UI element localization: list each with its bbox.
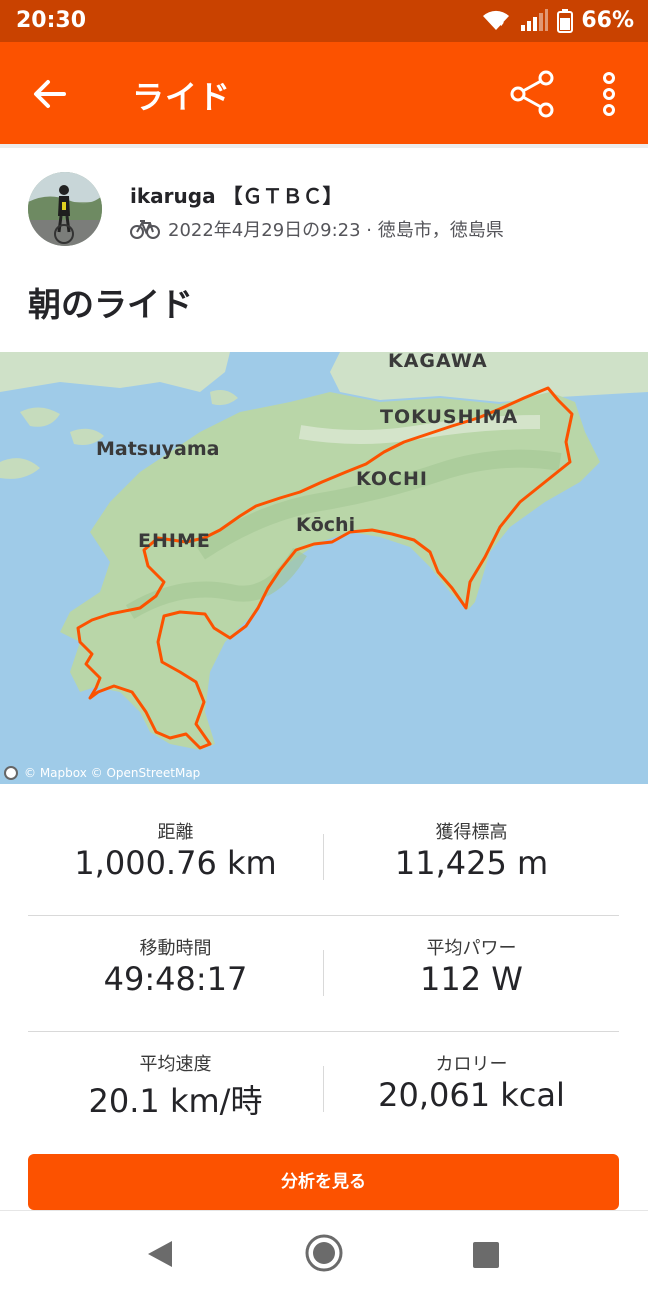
stat-label: 距離 xyxy=(157,822,194,843)
stat-value: 20.1 km/時 xyxy=(88,1082,263,1120)
map-label-kagawa: KAGAWA xyxy=(388,352,488,372)
stat-elevation-gain: 獲得標高 11,425 m xyxy=(324,800,619,916)
stat-row: 平均速度 20.1 km/時 カロリー 20,061 kcal xyxy=(28,1032,619,1148)
nav-recent-apps-button[interactable] xyxy=(472,1241,500,1273)
stat-calories: カロリー 20,061 kcal xyxy=(324,1032,619,1148)
stat-moving-time: 移動時間 49:48:17 xyxy=(28,916,323,1032)
stat-average-power: 平均パワー 112 W xyxy=(324,916,619,1032)
signal-icon xyxy=(521,8,549,31)
map-label-ehime: EHIME xyxy=(138,530,211,552)
header-divider xyxy=(0,144,648,148)
map-label-tokushima: TOKUSHIMA xyxy=(380,406,519,428)
page-title: ライド xyxy=(132,78,232,116)
stat-row: 移動時間 49:48:17 平均パワー 112 W xyxy=(28,916,619,1032)
nav-home-button[interactable] xyxy=(304,1233,344,1277)
stat-value: 11,425 m xyxy=(394,844,549,882)
stat-value: 49:48:17 xyxy=(103,960,248,998)
stat-value: 20,061 kcal xyxy=(378,1076,565,1114)
bicycle-icon xyxy=(130,220,160,239)
wifi-icon xyxy=(483,10,510,30)
athlete-name[interactable]: ikaruga 【ＧＴＢＣ】 xyxy=(130,180,343,209)
arrow-left-icon xyxy=(34,80,66,108)
map-label-kochi-city: Kōchi xyxy=(296,514,356,536)
status-time: 20:30 xyxy=(16,8,87,33)
app-bar: ライド xyxy=(0,42,648,144)
nav-recent-apps-icon xyxy=(473,1242,499,1268)
more-options-button[interactable] xyxy=(592,70,626,118)
avatar[interactable] xyxy=(28,172,102,246)
system-nav-bar xyxy=(0,1210,648,1296)
mapbox-logo-icon xyxy=(4,766,18,780)
back-button[interactable] xyxy=(28,74,72,114)
attribution-text: © Mapbox © OpenStreetMap xyxy=(24,766,201,780)
activity-date-location: 2022年4月29日の9:23 · 徳島市，徳島県 xyxy=(168,220,504,241)
stat-label: 移動時間 xyxy=(139,938,212,959)
battery-icon xyxy=(557,8,574,33)
stat-label: 平均パワー xyxy=(426,938,517,959)
more-vertical-icon xyxy=(603,72,615,116)
stat-label: 獲得標高 xyxy=(435,822,508,843)
view-analysis-button[interactable]: 分析を見る xyxy=(28,1154,619,1210)
share-button[interactable] xyxy=(508,70,556,118)
map-label-matsuyama: Matsuyama xyxy=(96,438,220,460)
activity-title: 朝のライド xyxy=(28,285,193,324)
share-icon xyxy=(510,70,554,118)
stat-label: カロリー xyxy=(435,1054,508,1075)
stat-label: 平均速度 xyxy=(139,1054,212,1075)
nav-back-button[interactable] xyxy=(146,1239,174,1273)
stat-average-speed: 平均速度 20.1 km/時 xyxy=(28,1032,323,1148)
activity-meta: 2022年4月29日の9:23 · 徳島市，徳島県 xyxy=(130,216,504,242)
stats-grid: 距離 1,000.76 km 獲得標高 11,425 m 移動時間 49:48:… xyxy=(28,800,619,1148)
stat-row: 距離 1,000.76 km 獲得標高 11,425 m xyxy=(28,800,619,916)
map-attribution[interactable]: © Mapbox © OpenStreetMap xyxy=(4,766,200,780)
stat-distance: 距離 1,000.76 km xyxy=(28,800,323,916)
nav-home-icon xyxy=(305,1234,343,1272)
route-map[interactable]: KAGAWA TOKUSHIMA Matsuyama KOCHI Kōchi E… xyxy=(0,352,648,784)
battery-percentage: 66% xyxy=(581,8,634,33)
status-icons: 66% xyxy=(481,8,634,33)
status-bar: 20:30 66% xyxy=(0,0,648,42)
map-label-kochi-prefecture: KOCHI xyxy=(356,468,428,490)
nav-back-icon xyxy=(148,1241,172,1267)
stat-value: 1,000.76 km xyxy=(74,844,277,882)
stat-value: 112 W xyxy=(420,960,523,998)
